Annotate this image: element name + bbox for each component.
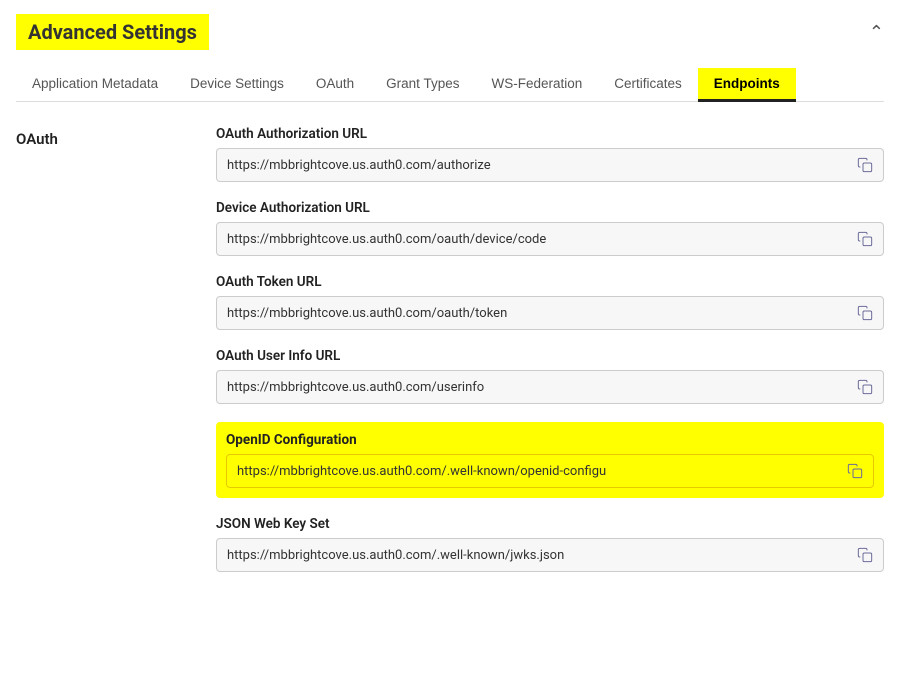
tab-oauth[interactable]: OAuth	[300, 68, 370, 101]
field-value-oauth-token-url: https://mbbrightcove.us.auth0.com/oauth/…	[227, 306, 849, 321]
tab-device-settings[interactable]: Device Settings	[174, 68, 300, 101]
copy-icon-openid-config[interactable]	[847, 463, 863, 479]
field-value-device-auth-url: https://mbbrightcove.us.auth0.com/oauth/…	[227, 232, 849, 247]
copy-icon-jwks[interactable]	[857, 547, 873, 563]
tabs-bar: Application Metadata Device Settings OAu…	[16, 68, 884, 102]
copy-icon-oauth-token-url[interactable]	[857, 305, 873, 321]
field-label-openid-config: OpenID Configuration	[226, 432, 874, 448]
tab-grant-types[interactable]: Grant Types	[370, 68, 475, 101]
copy-icon-device-auth-url[interactable]	[857, 231, 873, 247]
field-group-openid-config: OpenID Configuration https://mbbrightcov…	[216, 422, 884, 498]
page-title: Advanced Settings	[16, 14, 209, 50]
field-group-oauth-userinfo-url: OAuth User Info URL https://mbbrightcove…	[216, 348, 884, 404]
page-container: Advanced Settings ⌃ Application Metadata…	[0, 0, 900, 586]
tab-endpoints[interactable]: Endpoints	[698, 68, 796, 101]
field-wrapper-openid-config: https://mbbrightcove.us.auth0.com/.well-…	[226, 454, 874, 488]
copy-icon-oauth-auth-url[interactable]	[857, 157, 873, 173]
copy-icon-oauth-userinfo-url[interactable]	[857, 379, 873, 395]
fields-column: OAuth Authorization URL https://mbbright…	[216, 126, 884, 572]
field-label-oauth-userinfo-url: OAuth User Info URL	[216, 348, 884, 364]
tab-certificates[interactable]: Certificates	[598, 68, 698, 101]
field-group-device-auth-url: Device Authorization URL https://mbbrigh…	[216, 200, 884, 256]
collapse-button[interactable]: ⌃	[869, 22, 884, 43]
section-label: OAuth	[16, 126, 216, 572]
field-label-oauth-auth-url: OAuth Authorization URL	[216, 126, 884, 142]
field-wrapper-device-auth-url: https://mbbrightcove.us.auth0.com/oauth/…	[216, 222, 884, 256]
content-area: OAuth OAuth Authorization URL https://mb…	[16, 126, 884, 572]
field-value-oauth-auth-url: https://mbbrightcove.us.auth0.com/author…	[227, 158, 849, 173]
field-group-jwks: JSON Web Key Set https://mbbrightcove.us…	[216, 516, 884, 572]
tab-application-metadata[interactable]: Application Metadata	[16, 68, 174, 101]
field-value-jwks: https://mbbrightcove.us.auth0.com/.well-…	[227, 548, 849, 563]
field-label-device-auth-url: Device Authorization URL	[216, 200, 884, 216]
field-group-oauth-auth-url: OAuth Authorization URL https://mbbright…	[216, 126, 884, 182]
field-wrapper-jwks: https://mbbrightcove.us.auth0.com/.well-…	[216, 538, 884, 572]
field-wrapper-oauth-token-url: https://mbbrightcove.us.auth0.com/oauth/…	[216, 296, 884, 330]
field-value-openid-config: https://mbbrightcove.us.auth0.com/.well-…	[237, 464, 839, 479]
field-value-oauth-userinfo-url: https://mbbrightcove.us.auth0.com/userin…	[227, 380, 849, 395]
header-row: Advanced Settings ⌃	[16, 14, 884, 50]
field-wrapper-oauth-userinfo-url: https://mbbrightcove.us.auth0.com/userin…	[216, 370, 884, 404]
field-wrapper-oauth-auth-url: https://mbbrightcove.us.auth0.com/author…	[216, 148, 884, 182]
field-label-jwks: JSON Web Key Set	[216, 516, 884, 532]
field-label-oauth-token-url: OAuth Token URL	[216, 274, 884, 290]
tab-ws-federation[interactable]: WS-Federation	[475, 68, 598, 101]
field-group-oauth-token-url: OAuth Token URL https://mbbrightcove.us.…	[216, 274, 884, 330]
